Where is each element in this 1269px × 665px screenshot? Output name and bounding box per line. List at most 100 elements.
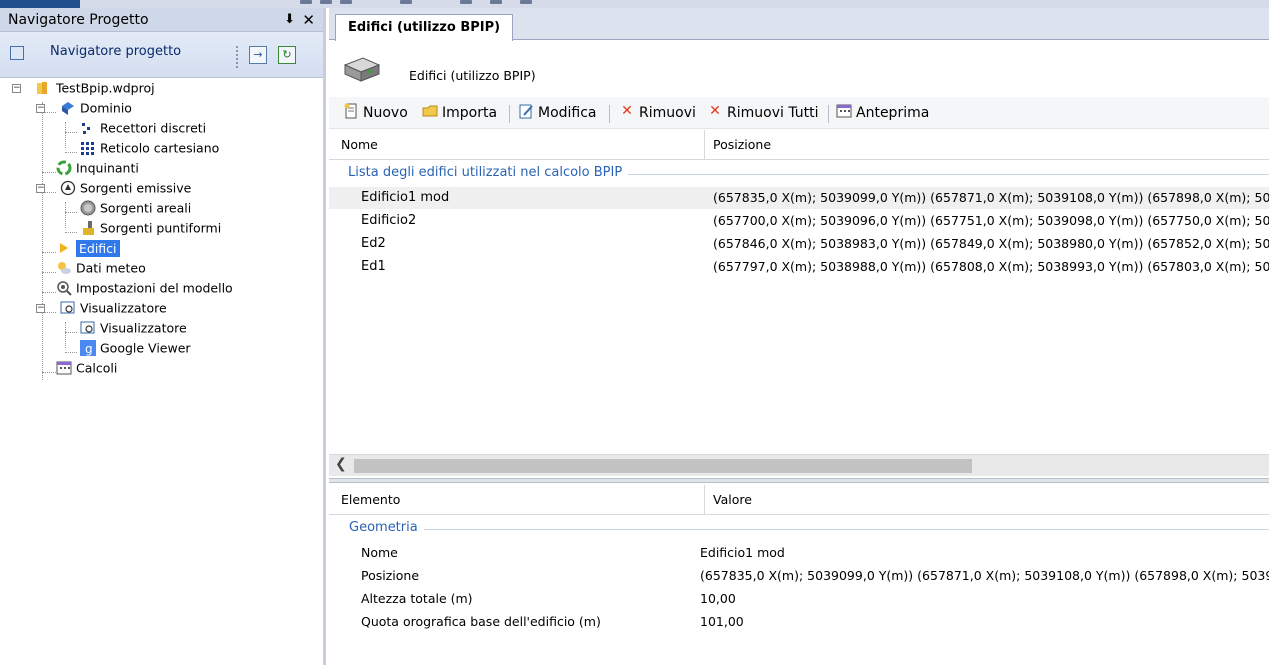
tree-item-dati-meteo[interactable]: Dati meteo [56, 258, 146, 278]
page-title: Edifici (utilizzo BPIP) [409, 68, 536, 83]
rimuovi-tutti-button[interactable]: ✕ Rimuovi Tutti [707, 103, 819, 123]
tree-item-edifici[interactable]: Edifici [56, 238, 120, 258]
panel-splitter[interactable] [329, 478, 1269, 483]
nuovo-label: Nuovo [363, 105, 408, 121]
building-position: (657797,0 X(m); 5038988,0 Y(m)) (657808,… [713, 259, 1269, 274]
recycle-icon [56, 160, 72, 176]
importa-button[interactable]: Importa [422, 103, 497, 123]
building-icon [341, 55, 381, 85]
tree-item-google-viewer[interactable]: g Google Viewer [80, 338, 191, 358]
content-header: Edifici (utilizzo BPIP) [329, 41, 1269, 97]
tree-item-label: Google Viewer [100, 340, 191, 356]
tree-item-visualizzatore-group[interactable]: − Visualizzatore [34, 298, 167, 318]
pin-icon[interactable]: ⬇ [284, 8, 295, 32]
building-name: Edificio2 [361, 213, 417, 228]
tree-item-inquinanti[interactable]: Inquinanti [56, 158, 139, 178]
domain-icon [60, 100, 76, 116]
tree-item-sorgenti-areali[interactable]: Sorgenti areali [80, 198, 191, 218]
property-value: 10,00 [700, 591, 736, 606]
collapse-icon[interactable]: − [12, 84, 21, 93]
close-icon[interactable]: ✕ [302, 8, 315, 32]
column-header-elemento[interactable]: Elemento [341, 485, 400, 515]
building-name: Ed1 [361, 259, 386, 274]
property-row[interactable]: Posizione (657835,0 X(m); 5039099,0 Y(m)… [329, 565, 1269, 587]
app-logo-band [0, 0, 80, 8]
property-value: 101,00 [700, 614, 744, 629]
buildings-grid: Nome Posizione Lista degli edifici utili… [329, 130, 1269, 480]
rimuovi-button[interactable]: ✕ Rimuovi [619, 103, 696, 123]
table-row[interactable]: Ed2 (657846,0 X(m); 5038983,0 Y(m)) (657… [329, 233, 1269, 255]
tree-item-label: Impostazioni del modello [76, 280, 233, 296]
tree-item-sorgenti-puntiformi[interactable]: Sorgenti puntiformi [80, 218, 221, 238]
property-row[interactable]: Altezza totale (m) 10,00 [329, 588, 1269, 610]
area-source-icon [80, 200, 96, 216]
building-position: (657700,0 X(m); 5039096,0 Y(m)) (657751,… [713, 213, 1269, 228]
table-row[interactable]: Edificio2 (657700,0 X(m); 5039096,0 Y(m)… [329, 210, 1269, 232]
toolbar-fragment-icon[interactable] [520, 0, 532, 4]
table-row[interactable]: Edificio1 mod (657835,0 X(m); 5039099,0 … [329, 187, 1269, 209]
building-name: Edificio1 mod [361, 190, 450, 205]
tree-item-label: Dati meteo [76, 260, 146, 276]
toolbar-fragment-icon[interactable] [300, 0, 312, 4]
rimuovi-tutti-label: Rimuovi Tutti [727, 105, 819, 121]
column-header-valore[interactable]: Valore [713, 485, 752, 515]
scrollbar-thumb[interactable] [354, 459, 972, 473]
new-document-icon [343, 103, 359, 119]
toolbar-fragment-icon[interactable] [400, 0, 412, 4]
building-position: (657835,0 X(m); 5039099,0 Y(m)) (657871,… [713, 190, 1269, 205]
tree-item-label: Sorgenti puntiformi [100, 220, 222, 236]
modifica-button[interactable]: Modifica [518, 103, 597, 123]
tree-item-visualizzatore[interactable]: Visualizzatore [80, 318, 187, 338]
nuovo-button[interactable]: Nuovo [343, 103, 408, 123]
collapse-icon[interactable]: − [36, 184, 45, 193]
play-arrow-icon [56, 240, 72, 256]
column-header-posizione[interactable]: Posizione [713, 130, 771, 160]
tree-item-calcoli[interactable]: Calcoli [56, 358, 117, 378]
building-position: (657846,0 X(m); 5038983,0 Y(m)) (657849,… [713, 236, 1269, 251]
open-folder-icon [422, 103, 438, 119]
tree-item-label: Sorgenti areali [100, 200, 192, 216]
toolbar-fragment-icon[interactable] [490, 0, 502, 4]
table-row[interactable]: Ed1 (657797,0 X(m); 5038988,0 Y(m)) (657… [329, 256, 1269, 278]
tab-edifici[interactable]: Edifici (utilizzo BPIP) [335, 14, 514, 41]
tree-item-reticolo[interactable]: Reticolo cartesiano [80, 138, 219, 158]
scroll-left-icon[interactable]: ❮ [335, 456, 347, 472]
column-header-nome[interactable]: Nome [341, 130, 378, 160]
tree-item-label: Recettori discreti [100, 120, 207, 136]
navigator-subheader-label: Navigatore progetto [50, 44, 182, 59]
tree-item-impostazioni[interactable]: Impostazioni del modello [56, 278, 233, 298]
source-icon [60, 180, 76, 196]
anteprima-button[interactable]: Anteprima [836, 103, 929, 123]
google-icon: g [80, 339, 96, 356]
export-icon[interactable]: → [249, 46, 267, 64]
tree-item-dominio[interactable]: − Dominio [34, 98, 132, 118]
properties-grid: Elemento Valore Geometria Nome Edificio1… [329, 485, 1269, 665]
project-navigator-panel: Navigatore Progetto ⬇ ✕ Navigatore proge… [0, 8, 326, 665]
tree-item-label: Dominio [79, 100, 132, 116]
toolbar-grip[interactable] [236, 46, 238, 68]
property-row[interactable]: Quota orografica base dell'edificio (m) … [329, 611, 1269, 633]
property-key: Altezza totale (m) [361, 591, 473, 606]
top-toolbar-strip [0, 0, 1269, 8]
receptors-icon [80, 120, 96, 136]
tree-item-recettori[interactable]: Recettori discreti [80, 118, 206, 138]
edit-icon [518, 103, 534, 119]
refresh-icon[interactable]: ↻ [278, 46, 296, 64]
toolbar-fragment-icon[interactable] [340, 0, 352, 4]
document-tabs: Edifici (utilizzo BPIP) [329, 8, 1269, 41]
tree-item-sorgenti[interactable]: − Sorgenti emissive [34, 178, 191, 198]
group-header: Lista degli edifici utilizzati nel calco… [348, 165, 629, 180]
point-source-icon [80, 220, 96, 236]
horizontal-scrollbar[interactable]: ❮ [329, 454, 1269, 476]
anteprima-label: Anteprima [856, 105, 930, 121]
property-value: Edificio1 mod [700, 545, 785, 560]
grid-toolbar: Nuovo Importa Modifica ✕ Rimuovi ✕ Rimuovi… [329, 97, 1269, 129]
property-row[interactable]: Nome Edificio1 mod [329, 542, 1269, 564]
tree-item-project[interactable]: − TestBpip.wdproj [10, 78, 155, 98]
collapse-icon[interactable]: − [36, 104, 45, 113]
toolbar-fragment-icon[interactable] [320, 0, 332, 4]
tree-item-label: Visualizzatore [100, 320, 187, 336]
document-area: Edifici (utilizzo BPIP) Edifici (utilizz… [329, 8, 1269, 665]
toolbar-fragment-icon[interactable] [460, 0, 472, 4]
collapse-icon[interactable]: − [36, 304, 45, 313]
